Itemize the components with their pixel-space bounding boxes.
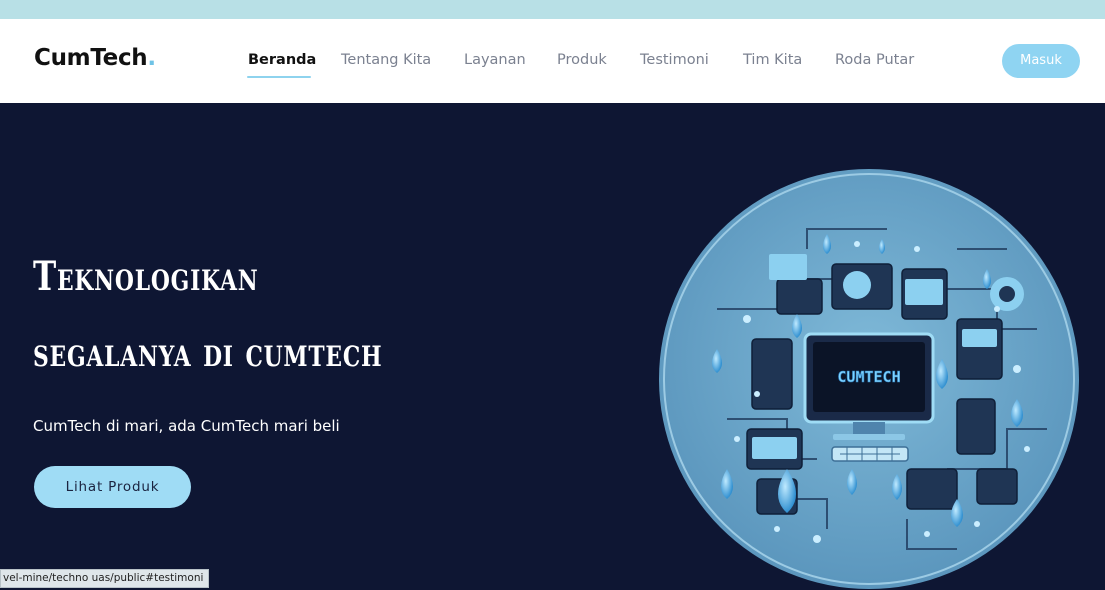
nav-item-testimoni[interactable]: Testimoni xyxy=(640,52,709,68)
nav-item-tentang-kita[interactable]: Tentang Kita xyxy=(341,52,431,68)
hero-headline-line-1: Teknologikan xyxy=(33,253,259,300)
browser-status-bar: vel-mine/techno uas/public#testimoni xyxy=(0,569,210,588)
brand-name: CumTech xyxy=(34,45,148,71)
hero-illustration: CUMTECH xyxy=(659,169,1079,589)
hero-headline-line-2: segalanya di cumtech xyxy=(33,329,383,376)
nav-item-beranda[interactable]: Beranda xyxy=(248,52,316,68)
monitor-screen-text: CUMTECH xyxy=(837,368,900,386)
login-button[interactable]: Masuk xyxy=(1002,44,1080,78)
brand-dot: . xyxy=(147,45,156,71)
nav-item-layanan[interactable]: Layanan xyxy=(464,52,526,68)
browser-top-strip xyxy=(0,0,1105,19)
nav-item-produk[interactable]: Produk xyxy=(557,52,607,68)
hero-section: Teknologikan segalanya di cumtech CumTec… xyxy=(0,103,1105,590)
active-nav-underline xyxy=(247,76,311,78)
nav-item-roda-putar[interactable]: Roda Putar xyxy=(835,52,914,68)
hero-subtitle: CumTech di mari, ada CumTech mari beli xyxy=(33,417,340,435)
brand-logo[interactable]: CumTech. xyxy=(34,45,156,71)
nav-item-tim-kita[interactable]: Tim Kita xyxy=(743,52,802,68)
navbar: CumTech. Beranda Tentang Kita Layanan Pr… xyxy=(0,19,1105,103)
view-products-button[interactable]: Lihat Produk xyxy=(34,466,191,508)
